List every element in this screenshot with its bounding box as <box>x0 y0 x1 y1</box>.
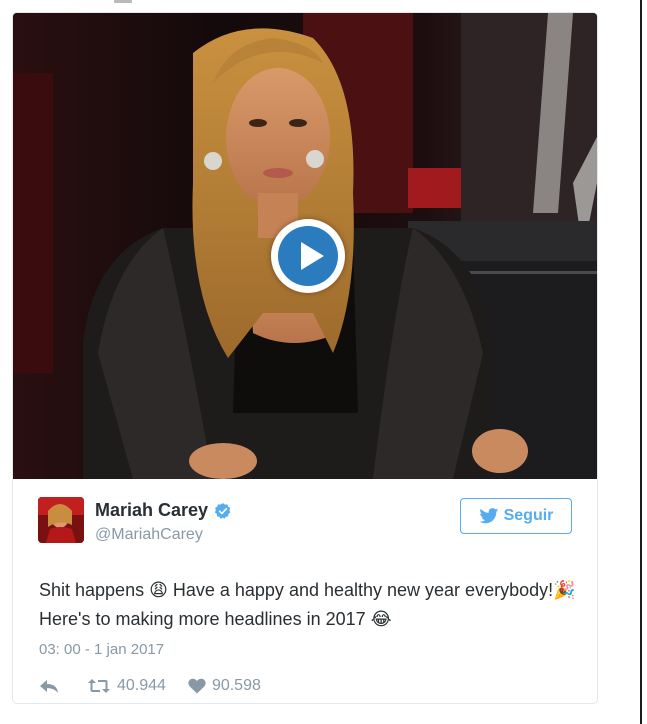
tweet-text-part1: Shit happens <box>39 580 150 600</box>
avatar[interactable] <box>38 497 84 543</box>
tweet-text-part3: Here's to making more headlines in 2017 <box>39 609 371 629</box>
reply-icon <box>40 680 58 693</box>
author-name-row: Mariah Carey <box>95 500 232 521</box>
author-handle[interactable]: @MariahCarey <box>95 526 203 544</box>
follow-button-label: Seguir <box>503 507 554 524</box>
party-popper-emoji: 🎉 <box>553 580 576 601</box>
retweet-icon <box>88 679 110 693</box>
page-right-border <box>640 0 642 724</box>
tweet-text-part2: Have a happy and healthy new year everyb… <box>167 580 554 600</box>
like-button[interactable]: 90.598 <box>188 677 261 695</box>
weary-face-emoji: 😩 <box>149 580 168 601</box>
tweet-body: Mariah Carey @MariahCarey Seguir Shit ha… <box>13 479 597 703</box>
heart-icon <box>188 678 206 694</box>
twitter-bird-icon <box>478 508 498 524</box>
tears-of-joy-emoji: 😂 <box>370 609 392 630</box>
video-thumbnail[interactable] <box>13 13 597 479</box>
tweet-actions: 40.944 90.598 <box>39 677 261 695</box>
author-name[interactable]: Mariah Carey <box>95 500 208 521</box>
follow-button[interactable]: Seguir <box>460 498 572 534</box>
retweet-count: 40.944 <box>117 677 166 694</box>
verified-badge-icon <box>214 502 231 519</box>
retweet-button[interactable]: 40.944 <box>87 677 166 695</box>
play-button[interactable] <box>271 219 345 293</box>
reply-button[interactable] <box>39 678 65 694</box>
avatar-image <box>38 497 84 543</box>
top-edge-fragment <box>114 0 132 3</box>
play-icon <box>301 242 324 270</box>
like-count: 90.598 <box>211 677 261 694</box>
embedded-tweet-card: Mariah Carey @MariahCarey Seguir Shit ha… <box>12 12 598 704</box>
tweet-timestamp[interactable]: 03: 00 - 1 jan 2017 <box>39 641 164 658</box>
tweet-text: Shit happens 😩 Have a happy and healthy … <box>39 576 584 634</box>
